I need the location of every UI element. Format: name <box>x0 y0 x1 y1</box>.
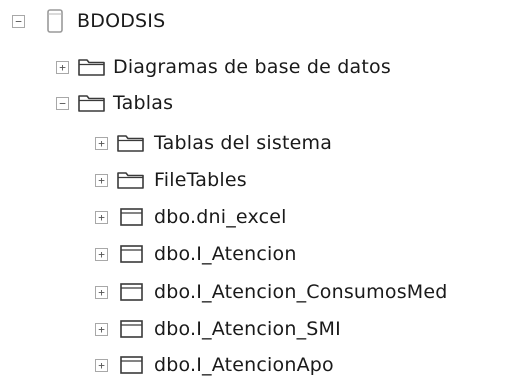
table-icon <box>120 208 143 226</box>
expand-toggle[interactable]: + <box>95 285 108 299</box>
expand-toggle[interactable]: + <box>95 136 108 150</box>
folder-icon <box>117 135 144 152</box>
tree-node-label: dbo.dni_excel <box>154 206 287 228</box>
tree-node-filetables[interactable]: + FileTables <box>95 162 247 198</box>
tree-node-bdodsis[interactable]: − BDODSIS <box>12 3 165 39</box>
tree-node-label: Diagramas de base de datos <box>113 56 391 78</box>
table-icon <box>120 320 143 338</box>
database-icon <box>47 9 63 33</box>
table-icon <box>120 283 143 301</box>
tree-node-diagramas[interactable]: + Diagramas de base de datos <box>56 49 391 85</box>
tree-node-label: dbo.I_AtencionApo <box>154 354 334 376</box>
tree-node-table[interactable]: + dbo.I_Atencion_ConsumosMed <box>95 274 448 310</box>
expand-toggle[interactable]: + <box>95 173 108 187</box>
tree-node-label: dbo.I_Atencion <box>154 243 297 265</box>
tree-node-table[interactable]: + dbo.I_Atencion <box>95 236 297 272</box>
tree-node-label: BDODSIS <box>77 10 166 32</box>
expand-toggle[interactable]: + <box>95 358 108 372</box>
collapse-toggle[interactable]: − <box>56 96 69 110</box>
expand-toggle[interactable]: + <box>95 247 108 261</box>
tree-node-table[interactable]: + dbo.dni_excel <box>95 199 287 235</box>
collapse-toggle[interactable]: − <box>12 14 25 28</box>
table-icon <box>120 245 143 263</box>
tree-node-label: FileTables <box>154 169 247 191</box>
table-icon <box>120 356 143 374</box>
tree-node-tablas[interactable]: − Tablas <box>56 85 173 121</box>
expand-toggle[interactable]: + <box>56 60 69 74</box>
tree-node-table[interactable]: + dbo.I_AtencionApo <box>95 347 334 383</box>
expand-toggle[interactable]: + <box>95 322 108 336</box>
object-explorer-tree: − BDODSIS + Diagramas de base de datos −… <box>0 0 516 383</box>
folder-icon <box>117 172 144 189</box>
tree-node-tablas-sistema[interactable]: + Tablas del sistema <box>95 125 332 161</box>
folder-icon <box>78 59 105 76</box>
tree-node-label: Tablas del sistema <box>154 132 333 154</box>
tree-node-table[interactable]: + dbo.I_Atencion_SMI <box>95 311 341 347</box>
tree-node-label: Tablas <box>113 92 174 114</box>
folder-icon <box>78 95 105 112</box>
tree-node-label: dbo.I_Atencion_SMI <box>154 318 341 340</box>
expand-toggle[interactable]: + <box>95 210 108 224</box>
tree-node-label: dbo.I_Atencion_ConsumosMed <box>154 281 448 303</box>
